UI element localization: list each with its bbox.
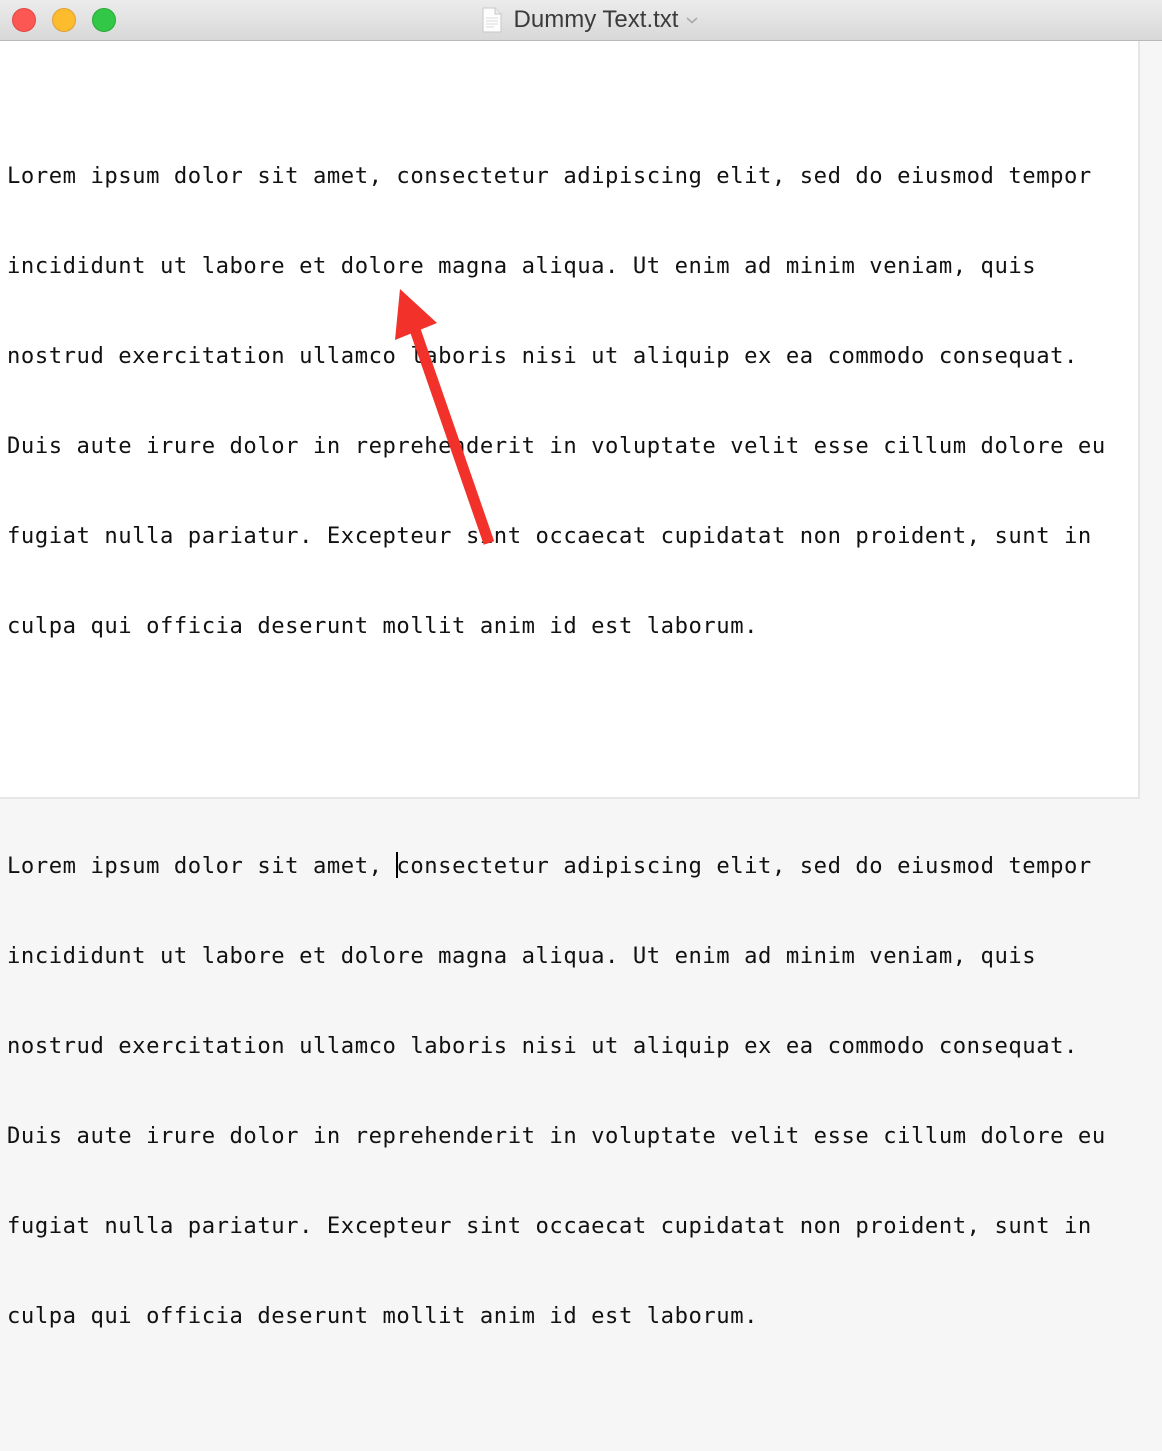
minimize-window-button[interactable] bbox=[52, 8, 76, 32]
text-line: incididunt ut labore et dolore magna ali… bbox=[7, 253, 1037, 279]
window-title-menu[interactable]: Dummy Text.txt bbox=[482, 6, 699, 34]
close-window-button[interactable] bbox=[12, 8, 36, 32]
text-line: nostrud exercitation ullamco laboris nis… bbox=[7, 1033, 1078, 1059]
chevron-down-icon[interactable] bbox=[686, 14, 698, 26]
title-bar: Dummy Text.txt bbox=[0, 0, 1162, 41]
text-line: Duis aute irure dolor in reprehenderit i… bbox=[7, 433, 1106, 459]
document-text[interactable]: Lorem ipsum dolor sit amet, consectetur … bbox=[7, 41, 1106, 1451]
text-line: incididunt ut labore et dolore magna ali… bbox=[7, 943, 1037, 969]
text-before-caret: Lorem ipsum dolor sit amet, bbox=[7, 853, 397, 879]
text-line: culpa qui officia deserunt mollit anim i… bbox=[7, 613, 759, 639]
text-document-icon bbox=[482, 7, 502, 33]
text-line: fugiat nulla pariatur. Excepteur sint oc… bbox=[7, 523, 1092, 549]
text-line: Duis aute irure dolor in reprehenderit i… bbox=[7, 1123, 1106, 1149]
text-line: Lorem ipsum dolor sit amet, consectetur … bbox=[7, 851, 1106, 881]
text-line: fugiat nulla pariatur. Excepteur sint oc… bbox=[7, 1213, 1092, 1239]
text-line: Lorem ipsum dolor sit amet, consectetur … bbox=[7, 163, 1092, 189]
text-line: culpa qui officia deserunt mollit anim i… bbox=[7, 1303, 759, 1329]
paragraph-1: Lorem ipsum dolor sit amet, consectetur … bbox=[7, 101, 1106, 701]
text-editor[interactable]: Lorem ipsum dolor sit amet, consectetur … bbox=[0, 41, 1140, 1329]
text-after-caret: consectetur adipiscing elit, sed do eius… bbox=[396, 853, 1092, 879]
window-title: Dummy Text.txt bbox=[513, 6, 679, 33]
zoom-window-button[interactable] bbox=[92, 8, 116, 32]
text-line: nostrud exercitation ullamco laboris nis… bbox=[7, 343, 1078, 369]
paragraph-2: Lorem ipsum dolor sit amet, consectetur … bbox=[7, 791, 1106, 1391]
